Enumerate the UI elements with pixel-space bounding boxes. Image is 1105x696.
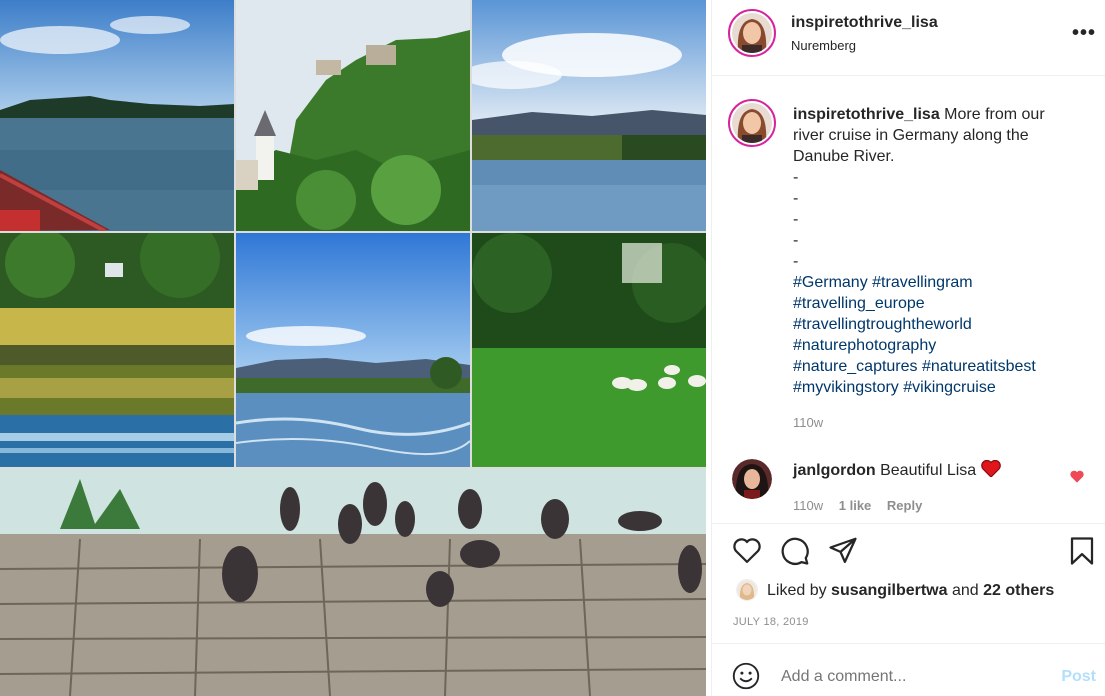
caption-dash: - <box>793 190 799 207</box>
comment-bubble-icon[interactable] <box>780 536 810 571</box>
likes-summary: Liked by susangilbertwa and 22 others <box>767 582 1054 600</box>
liker-avatar[interactable] <box>736 579 758 601</box>
author-username[interactable]: inspiretothrive_lisa <box>791 14 938 32</box>
caption-dash: - <box>793 211 799 228</box>
caption-avatar[interactable] <box>728 99 776 147</box>
comment-meta: 110w 1 like Reply <box>793 498 934 513</box>
comment-text: Beautiful Lisa <box>880 462 977 479</box>
hashtag-line[interactable]: #travellingtroughtheworld <box>793 314 1073 335</box>
caption-avatar-image <box>732 103 772 143</box>
hashtag-line[interactable]: #naturephotography <box>793 335 1073 356</box>
like-heart-icon[interactable] <box>732 536 762 569</box>
header-divider <box>712 75 1105 76</box>
post-location[interactable]: Nuremberg <box>791 38 856 53</box>
author-avatar-image <box>732 13 772 53</box>
caption-username[interactable]: inspiretothrive_lisa <box>793 106 940 123</box>
likes-middle: and <box>951 582 979 599</box>
comment-likes[interactable]: 1 like <box>839 498 872 513</box>
caption-dash: - <box>793 169 799 186</box>
comment-username[interactable]: janlgordon <box>793 462 876 479</box>
comment-like-heart-icon[interactable] <box>1070 470 1084 488</box>
likes-others[interactable]: 22 others <box>983 582 1054 599</box>
commenter-avatar[interactable] <box>732 459 772 499</box>
caption-dash: - <box>793 253 799 270</box>
heart-emoji-icon <box>980 459 1001 479</box>
save-bookmark-icon[interactable] <box>1068 536 1096 571</box>
emoji-smiley-icon[interactable] <box>732 662 760 695</box>
liker-avatar-image <box>737 580 757 600</box>
photo-castle-hill <box>236 0 470 231</box>
photo-river-boat <box>0 0 234 231</box>
comment-reply-button[interactable]: Reply <box>887 498 922 513</box>
post-comment-button[interactable]: Post <box>1061 668 1096 686</box>
comment-age[interactable]: 110w <box>793 498 823 513</box>
commenter-avatar-image <box>732 459 772 499</box>
comment-body: janlgordon Beautiful Lisa <box>793 459 1001 480</box>
author-avatar[interactable] <box>728 9 776 57</box>
photo-sky-river <box>236 233 470 467</box>
likes-user[interactable]: susangilbertwa <box>831 582 947 599</box>
post-photo-collage[interactable] <box>0 0 706 696</box>
hashtag-line[interactable]: #travelling_europe <box>793 293 1073 314</box>
post-actions <box>732 536 1098 568</box>
post-caption: inspiretothrive_lisa More from our river… <box>793 104 1073 433</box>
share-send-icon[interactable] <box>828 536 858 569</box>
caption-age[interactable]: 110w <box>793 412 1073 433</box>
post-side-panel: inspiretothrive_lisa Nuremberg ••• inspi… <box>711 0 1105 696</box>
post-date[interactable]: JULY 18, 2019 <box>733 616 809 628</box>
hashtag-line[interactable]: #Germany #travellingram <box>793 272 1073 293</box>
photo-sheep-meadow <box>472 233 706 467</box>
photo-riverbank-reflection <box>0 233 234 467</box>
hashtag-line[interactable]: #myvikingstory #vikingcruise <box>793 377 1073 398</box>
photo-river-landscape <box>472 0 706 231</box>
comment-box-divider <box>712 643 1105 644</box>
actions-divider <box>712 523 1105 524</box>
likes-prefix: Liked by <box>767 582 827 599</box>
hashtag-line[interactable]: #nature_captures #natureatitsbest <box>793 356 1073 377</box>
add-comment-input[interactable] <box>781 668 1041 686</box>
more-options-icon[interactable]: ••• <box>1072 22 1096 45</box>
photo-pigeons-stones <box>0 469 706 696</box>
caption-dash: - <box>793 232 799 249</box>
